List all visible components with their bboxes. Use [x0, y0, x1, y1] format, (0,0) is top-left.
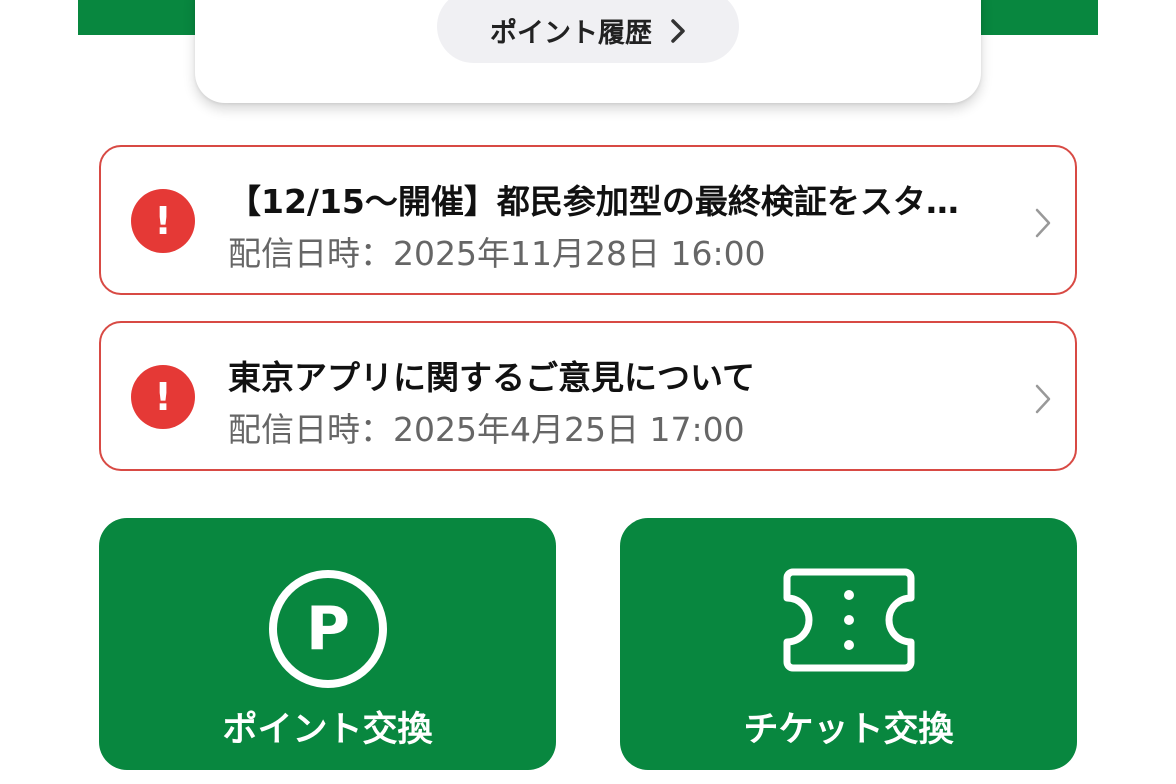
ticket-exchange-label: チケット交換 — [743, 710, 954, 750]
notice-title: 【12/15〜開催】都民参加型の最終検証をスタ… — [228, 182, 959, 221]
chevron-right-icon — [671, 18, 685, 43]
notice-item[interactable]: ! 【12/15〜開催】都民参加型の最終検証をスタ… 配信日時：2025年11月… — [99, 145, 1077, 295]
alert-icon: ! — [131, 189, 195, 253]
chevron-right-icon — [1035, 208, 1051, 238]
ticket-icon — [783, 568, 914, 672]
notice-title: 東京アプリに関するご意見について — [228, 358, 756, 397]
point-exchange-label: ポイント交換 — [222, 710, 433, 750]
point-p-icon: P — [268, 570, 387, 688]
point-exchange-button[interactable]: P ポイント交換 — [99, 518, 556, 770]
notice-date: 配信日時：2025年4月25日 17:00 — [228, 410, 745, 449]
header-green-band-right — [962, 0, 1098, 35]
alert-icon: ! — [131, 365, 195, 429]
point-history-button[interactable]: ポイント履歴 — [437, 0, 739, 63]
notice-date: 配信日時：2025年11月28日 16:00 — [228, 234, 766, 273]
ticket-exchange-button[interactable]: チケット交換 — [620, 518, 1077, 770]
chevron-right-icon — [1035, 384, 1051, 414]
svg-text:P: P — [306, 594, 350, 664]
notice-item[interactable]: ! 東京アプリに関するご意見について 配信日時：2025年4月25日 17:00 — [99, 321, 1077, 471]
point-history-label: ポイント履歴 — [490, 18, 652, 49]
